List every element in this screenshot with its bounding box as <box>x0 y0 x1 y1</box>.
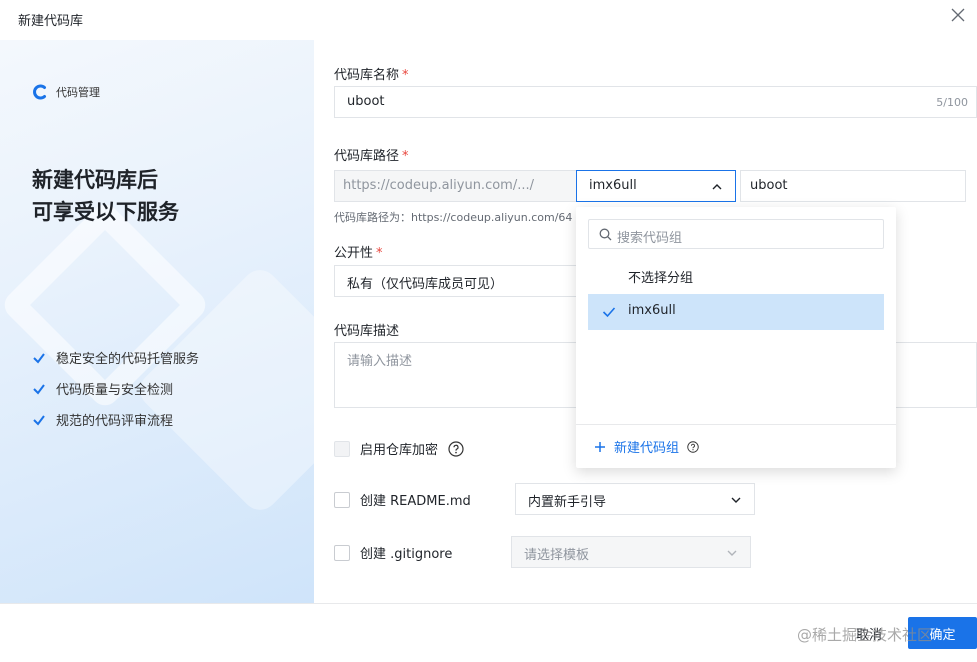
readme-checkbox[interactable] <box>334 491 350 508</box>
gitignore-checkbox[interactable] <box>334 544 350 561</box>
close-icon[interactable] <box>947 4 969 26</box>
path-hint: 代码库路径为：https://codeup.aliyun.com/64 <box>334 211 573 224</box>
dialog-footer: 取消 确定 @稀土掘金技术社区 <box>0 603 977 662</box>
product-logo: 代码管理 <box>32 84 100 100</box>
product-name: 代码管理 <box>56 86 100 99</box>
chevron-down-icon <box>727 550 737 556</box>
visibility-value: 私有（仅代码库成员可见） <box>347 277 504 292</box>
repo-path-value: uboot <box>750 178 788 193</box>
group-select[interactable]: imx6ull <box>576 170 736 202</box>
label-text: 代码库路径 <box>334 149 400 164</box>
plus-icon <box>595 441 605 452</box>
feature-list: 稳定安全的代码托管服务 代码质量与安全检测 规范的代码评审流程 <box>32 342 199 435</box>
required-mark: * <box>376 246 383 261</box>
feature-label: 代码质量与安全检测 <box>56 383 174 398</box>
repo-path-prefix: https://codeup.aliyun.com/.../ <box>334 170 577 202</box>
visibility-label: 公开性 * <box>334 242 383 261</box>
codeup-logo-icon <box>33 84 46 100</box>
required-mark: * <box>402 149 409 164</box>
gitignore-option: 创建 .gitignore <box>334 543 452 562</box>
repo-name-value: uboot <box>347 94 385 109</box>
option-label: 不选择分组 <box>628 271 694 286</box>
option-label: imx6ull <box>628 303 676 318</box>
new-group-label: 新建代码组 <box>614 441 680 456</box>
encrypt-checkbox[interactable] <box>334 440 350 457</box>
path-prefix-text: https://codeup.aliyun.com/.../ <box>343 178 534 193</box>
description-placeholder: 请输入描述 <box>347 354 413 369</box>
check-icon <box>33 352 45 364</box>
search-placeholder: 搜索代码组 <box>617 231 683 246</box>
dialog-title: 新建代码库 <box>18 14 84 29</box>
new-group-link[interactable]: 新建代码组 <box>594 437 699 456</box>
repo-path-label: 代码库路径 * <box>334 145 409 164</box>
check-icon <box>33 414 45 426</box>
readme-label: 创建 README.md <box>360 494 471 509</box>
group-option[interactable]: 不选择分组 <box>588 258 884 294</box>
feature-item: 稳定安全的代码托管服务 <box>32 342 199 373</box>
feature-item: 代码质量与安全检测 <box>32 373 199 404</box>
visibility-select[interactable]: 私有（仅代码库成员可见） <box>334 265 577 297</box>
repo-name-input[interactable]: uboot 5/100 <box>334 86 977 118</box>
group-select-value: imx6ull <box>589 178 637 193</box>
help-icon[interactable] <box>687 440 699 453</box>
feature-item: 规范的代码评审流程 <box>32 404 199 435</box>
char-counter: 5/100 <box>936 96 968 109</box>
repo-path-input[interactable]: uboot <box>740 170 966 202</box>
check-icon <box>33 383 45 395</box>
readme-option: 创建 README.md <box>334 490 471 509</box>
feature-label: 稳定安全的代码托管服务 <box>56 352 200 367</box>
feature-label: 规范的代码评审流程 <box>56 414 174 429</box>
check-icon <box>602 307 616 318</box>
intro-banner: 代码管理 新建代码库后 可享受以下服务 稳定安全的代码托管服务 代码质量与安全检… <box>0 40 314 603</box>
encrypt-option: 启用仓库加密 <box>334 439 464 458</box>
chevron-up-icon <box>712 184 722 190</box>
gitignore-label: 创建 .gitignore <box>360 547 453 562</box>
watermark: @稀土掘金技术社区 <box>797 626 933 644</box>
group-option-selected[interactable]: imx6ull <box>588 294 884 330</box>
readme-template-select[interactable]: 内置新手引导 <box>515 483 755 515</box>
label-text: 公开性 <box>334 246 374 261</box>
gitignore-template-select[interactable]: 请选择模板 <box>511 536 751 568</box>
description-label: 代码库描述 <box>334 324 400 339</box>
group-dropdown: 搜索代码组 不选择分组 imx6ull 新建代码组 <box>576 207 896 468</box>
repo-name-label: 代码库名称 * <box>334 64 409 83</box>
dialog-header: 新建代码库 <box>0 0 977 40</box>
banner-headline: 新建代码库后 可享受以下服务 <box>32 164 179 228</box>
label-text: 代码库名称 <box>334 68 400 83</box>
group-search-input[interactable]: 搜索代码组 <box>588 219 884 249</box>
dropdown-divider <box>576 424 896 425</box>
gitignore-template-placeholder: 请选择模板 <box>524 548 590 563</box>
headline-line-1: 新建代码库后 <box>32 168 158 192</box>
encrypt-label: 启用仓库加密 <box>360 443 439 458</box>
headline-line-2: 可享受以下服务 <box>32 200 179 224</box>
help-icon[interactable] <box>448 440 464 457</box>
readme-template-value: 内置新手引导 <box>528 495 607 510</box>
chevron-down-icon <box>731 497 741 503</box>
search-icon <box>599 228 612 241</box>
required-mark: * <box>402 68 409 83</box>
